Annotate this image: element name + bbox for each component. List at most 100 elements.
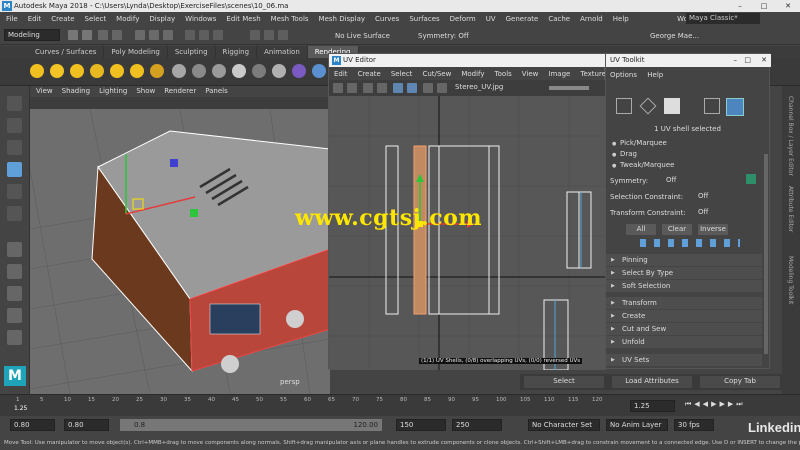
symmetry-dropdown[interactable]: Off [666, 176, 676, 184]
area-light-icon[interactable] [110, 64, 124, 78]
uv-grid-canvas[interactable]: (1/1) UV Shells, (0/8) overlapping UVs, … [329, 96, 606, 370]
tweak-marquee-option[interactable]: Tweak/Marquee [610, 160, 765, 171]
layout-single-icon[interactable] [7, 242, 22, 257]
uv-menu-cut-sew[interactable]: Cut/Sew [422, 68, 451, 80]
snap-point-icon[interactable] [213, 30, 223, 40]
scale-tool-icon[interactable] [7, 206, 22, 221]
uv-grid-icon[interactable] [347, 83, 357, 93]
uv-filter-icon[interactable] [423, 83, 433, 93]
uv-checker-icon[interactable] [393, 83, 403, 93]
material-ramp-icon[interactable] [252, 64, 266, 78]
rotate-tool-icon[interactable] [7, 184, 22, 199]
menu-uv[interactable]: UV [486, 15, 496, 23]
close-icon[interactable]: ✕ [761, 54, 767, 67]
material-surface-icon[interactable] [232, 64, 246, 78]
uv-mode-icon[interactable] [704, 98, 720, 114]
playback-start-field[interactable]: 0.80 [64, 419, 109, 431]
material-phong-icon[interactable] [212, 64, 226, 78]
section-soft-selection[interactable]: Soft Selection [606, 280, 762, 292]
symmetry-pick-icon[interactable] [746, 174, 756, 184]
maximize-icon[interactable]: □ [752, 0, 776, 12]
tab-channel-box[interactable]: Channel Box / Layer Editor [787, 96, 794, 176]
playback-end-field[interactable]: 150 [396, 419, 446, 431]
uv-shell-mode-icon[interactable] [726, 98, 744, 116]
vp-menu-show[interactable]: Show [136, 86, 155, 97]
inverse-button[interactable]: Inverse [698, 224, 728, 235]
grow-shrink-icons[interactable] [640, 239, 740, 247]
vp-menu-view[interactable]: View [36, 86, 53, 97]
section-unfold[interactable]: Unfold [606, 336, 762, 348]
section-select-by-type[interactable]: Select By Type [606, 267, 762, 279]
uvtk-menu-options[interactable]: Options [610, 71, 637, 79]
vp-menu-renderer[interactable]: Renderer [164, 86, 196, 97]
point-light-icon[interactable] [70, 64, 84, 78]
uv-snapshot-icon[interactable] [363, 83, 373, 93]
minimize-icon[interactable]: – [728, 0, 752, 12]
paint-select-icon[interactable] [7, 140, 22, 155]
uv-menu-create[interactable]: Create [358, 68, 381, 80]
playback-controls-icon[interactable]: ⏮◀◀▶▶▶⏭ [685, 400, 746, 409]
transform-constraint-dropdown[interactable]: Off [698, 208, 708, 216]
light-options-icon[interactable] [150, 64, 164, 78]
menu-help[interactable]: Help [613, 15, 629, 23]
uv-display-icon[interactable] [333, 83, 343, 93]
symmetry-label[interactable]: Symmetry: Off [418, 32, 469, 40]
selection-constraint-dropdown[interactable]: Off [698, 192, 708, 200]
workspace-dropdown[interactable]: Maya Classic* [686, 13, 760, 24]
menu-edit-mesh[interactable]: Edit Mesh [226, 15, 260, 23]
menu-arnold[interactable]: Arnold [580, 15, 603, 23]
shelf-tab-curves-surfaces[interactable]: Curves / Surfaces [28, 46, 105, 58]
menu-surfaces[interactable]: Surfaces [409, 15, 439, 23]
character-set-dropdown[interactable]: No Character Set [528, 419, 600, 431]
user-account[interactable]: George Mae... [650, 32, 699, 40]
menu-mesh-display[interactable]: Mesh Display [319, 15, 365, 23]
ambient-light-icon[interactable] [30, 64, 44, 78]
section-transform[interactable]: Transform [606, 297, 762, 309]
clear-button[interactable]: Clear [662, 224, 692, 235]
spot-light-icon[interactable] [90, 64, 104, 78]
mode-dropdown[interactable]: Modeling [4, 29, 60, 41]
select-tool-icon[interactable] [7, 96, 22, 111]
scene-start-field[interactable]: 0.80 [10, 419, 55, 431]
fps-dropdown[interactable]: 30 fps [674, 419, 714, 431]
material-blinn-icon[interactable] [172, 64, 186, 78]
undo-icon[interactable] [98, 30, 108, 40]
uv-edge-mode-icon[interactable] [639, 97, 657, 115]
exposure-slider[interactable] [549, 86, 589, 90]
select-all-button[interactable]: All [626, 224, 656, 235]
directional-light-icon[interactable] [50, 64, 64, 78]
uv-menu-edit[interactable]: Edit [334, 68, 348, 80]
material-lambert-icon[interactable] [192, 64, 206, 78]
copy-tab-button[interactable]: Copy Tab [700, 376, 780, 388]
menu-file[interactable]: File [6, 15, 18, 23]
layout-outliner-icon[interactable] [7, 330, 22, 345]
uv-distortion-icon[interactable] [437, 83, 447, 93]
maximize-icon[interactable]: □ [744, 54, 751, 67]
lasso-tool-icon[interactable] [7, 118, 22, 133]
menu-edit[interactable]: Edit [28, 15, 42, 23]
snap-grid-icon[interactable] [185, 30, 195, 40]
shelf-tab-rigging[interactable]: Rigging [216, 46, 258, 58]
section-uv-sets[interactable]: UV Sets [606, 354, 762, 366]
menu-deform[interactable]: Deform [450, 15, 476, 23]
layout-four-icon[interactable] [7, 264, 22, 279]
minimize-icon[interactable]: – [734, 54, 738, 67]
uv-shaded-icon[interactable] [377, 83, 387, 93]
section-pinning[interactable]: Pinning [606, 254, 762, 266]
time-slider[interactable]: 1 5 10 15 20 25 30 35 40 45 50 55 60 65 70 75 80 85 90 95 10… [0, 394, 800, 416]
uv-menu-image[interactable]: Image [548, 68, 570, 80]
menu-generate[interactable]: Generate [506, 15, 539, 23]
menu-select[interactable]: Select [85, 15, 107, 23]
select-component-icon[interactable] [163, 30, 173, 40]
menu-windows[interactable]: Windows [185, 15, 216, 23]
drag-option[interactable]: Drag [610, 149, 765, 160]
open-scene-icon[interactable] [68, 30, 78, 40]
anim-layer-dropdown[interactable]: No Anim Layer [606, 419, 668, 431]
toolkit-scrollbar[interactable] [764, 154, 768, 354]
range-bar[interactable]: 0.8 120.00 [120, 419, 382, 431]
section-create[interactable]: Create [606, 310, 762, 322]
menu-create[interactable]: Create [51, 15, 74, 23]
volume-light-icon[interactable] [130, 64, 144, 78]
uv-menu-view[interactable]: View [522, 68, 539, 80]
select-object-icon[interactable] [149, 30, 159, 40]
